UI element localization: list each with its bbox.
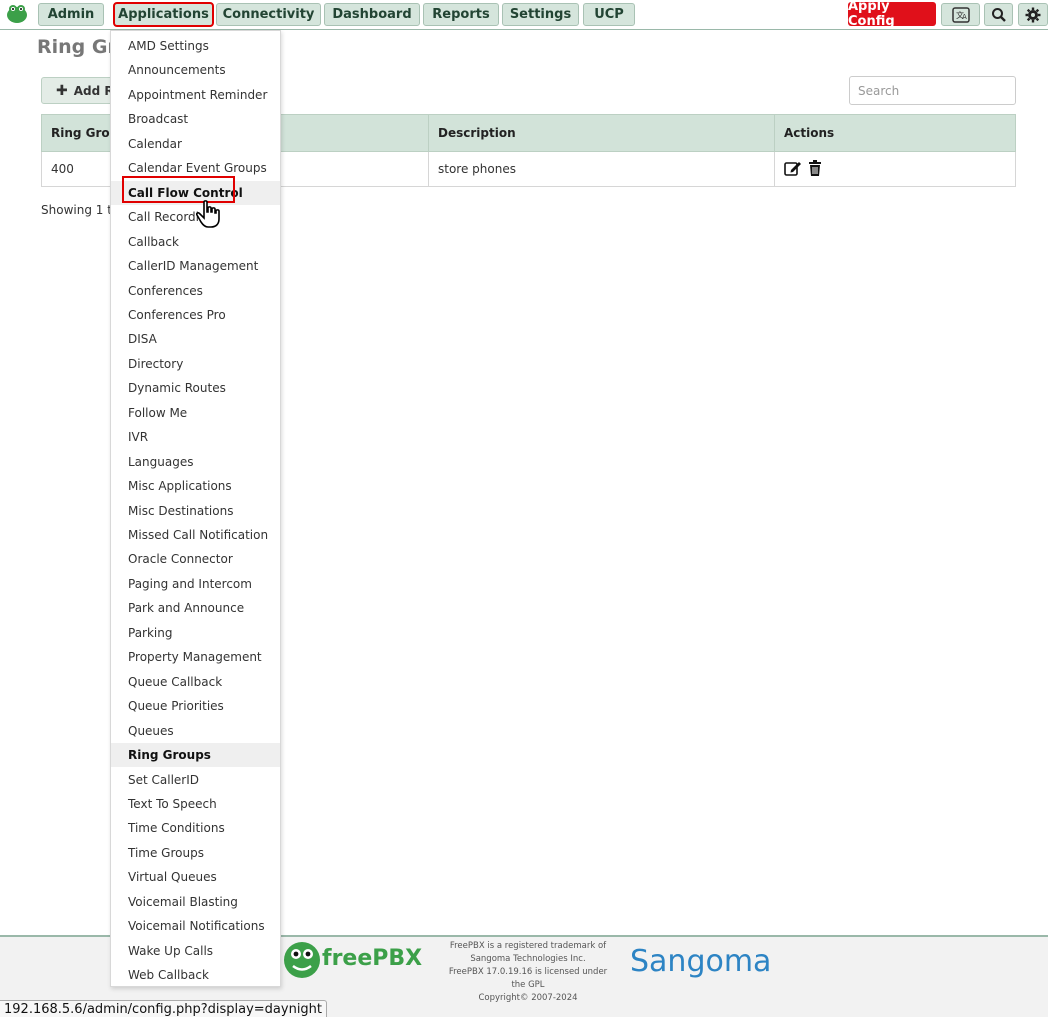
legal-line: Sangoma Technologies Inc.	[470, 954, 586, 964]
hand-cursor-icon	[195, 200, 222, 232]
ring-group-description: store phones	[428, 151, 775, 187]
menu-item[interactable]: Broadcast	[111, 107, 280, 131]
menu-item[interactable]: Oracle Connector	[111, 547, 280, 571]
legal-line: FreePBX is a registered trademark of	[449, 941, 607, 951]
trash-icon[interactable]	[808, 159, 822, 179]
top-nav: Admin Applications Connectivity Dashboar…	[0, 0, 1048, 30]
menu-item[interactable]: Conferences	[111, 279, 280, 303]
menu-item[interactable]: Time Groups	[111, 841, 280, 865]
menu-item[interactable]: Property Management	[111, 645, 280, 669]
menu-item[interactable]: Wake Up Calls	[111, 939, 280, 963]
plus-icon: ✚	[56, 82, 68, 99]
menu-item[interactable]: Calendar	[111, 132, 280, 156]
menu-item[interactable]: DISA	[111, 327, 280, 351]
menu-item[interactable]: AMD Settings	[111, 34, 280, 58]
search-icon[interactable]	[984, 3, 1013, 26]
sangoma-logo[interactable]: Sangoma	[630, 944, 771, 979]
menu-item[interactable]: Dynamic Routes	[111, 376, 280, 400]
footer-legal: FreePBX is a registered trademark of San…	[448, 940, 608, 1005]
menu-item[interactable]: CallerID Management	[111, 254, 280, 278]
nav-settings[interactable]: Settings	[502, 3, 579, 26]
apply-config-button[interactable]: Apply Config	[848, 0, 936, 29]
menu-item[interactable]: Callback	[111, 230, 280, 254]
column-header-actions: Actions	[774, 114, 1016, 152]
menu-item[interactable]: Web Callback	[111, 963, 280, 987]
search-input[interactable]	[849, 76, 1016, 105]
nav-connectivity[interactable]: Connectivity	[216, 3, 321, 26]
row-actions	[774, 151, 1016, 187]
add-button-label: Add R	[73, 83, 114, 98]
menu-item[interactable]: Text To Speech	[111, 792, 280, 816]
menu-item[interactable]: Paging and Intercom	[111, 572, 280, 596]
applications-dropdown-menu: AMD Settings Announcements Appointment Rem…	[110, 30, 281, 987]
menu-item[interactable]: Queues	[111, 719, 280, 743]
menu-item[interactable]: Park and Announce	[111, 596, 280, 620]
freepbx-logo-icon[interactable]	[5, 3, 29, 25]
status-bar-url: 192.168.5.6/admin/config.php?display=day…	[0, 1000, 328, 1017]
menu-item[interactable]: Set CallerID	[111, 768, 280, 792]
menu-item[interactable]: Virtual Queues	[111, 865, 280, 889]
menu-item[interactable]: Time Conditions	[111, 816, 280, 840]
menu-item[interactable]: IVR	[111, 425, 280, 449]
svg-text:A: A	[962, 13, 967, 21]
menu-item[interactable]: Ring Groups	[111, 743, 280, 768]
legal-line: FreePBX 17.0.19.16 is licensed under	[448, 967, 608, 977]
nav-admin[interactable]: Admin	[38, 3, 104, 26]
nav-applications[interactable]: Applications	[113, 2, 214, 27]
menu-item[interactable]: Queue Priorities	[111, 694, 280, 718]
menu-item[interactable]: Languages	[111, 450, 280, 474]
menu-item[interactable]: Parking	[111, 621, 280, 645]
legal-line: the GPL	[511, 980, 545, 990]
menu-item[interactable]: Appointment Reminder	[111, 83, 280, 107]
menu-item[interactable]: Missed Call Notification	[111, 523, 280, 547]
freepbx-wordmark: freePBX	[322, 946, 423, 971]
menu-item[interactable]: Calendar Event Groups	[111, 156, 280, 180]
menu-item[interactable]: Directory	[111, 352, 280, 376]
gear-icon[interactable]	[1018, 3, 1048, 26]
edit-icon[interactable]	[784, 160, 802, 179]
legal-line: Copyright© 2007-2024	[478, 993, 578, 1003]
nav-dashboard[interactable]: Dashboard	[324, 3, 420, 26]
menu-item[interactable]: Misc Destinations	[111, 499, 280, 523]
nav-reports[interactable]: Reports	[423, 3, 499, 26]
menu-item[interactable]: Conferences Pro	[111, 303, 280, 327]
column-header-description[interactable]: Description	[428, 114, 775, 152]
table-pagination-info: Showing 1 t	[41, 203, 112, 217]
nav-ucp[interactable]: UCP	[583, 3, 635, 26]
translate-icon[interactable]: 文 A	[941, 3, 980, 26]
menu-item[interactable]: Misc Applications	[111, 474, 280, 498]
menu-item[interactable]: Queue Callback	[111, 670, 280, 694]
menu-item[interactable]: Voicemail Notifications	[111, 914, 280, 938]
menu-item[interactable]: Follow Me	[111, 401, 280, 425]
menu-item[interactable]: Voicemail Blasting	[111, 890, 280, 914]
menu-item[interactable]: Announcements	[111, 58, 280, 82]
